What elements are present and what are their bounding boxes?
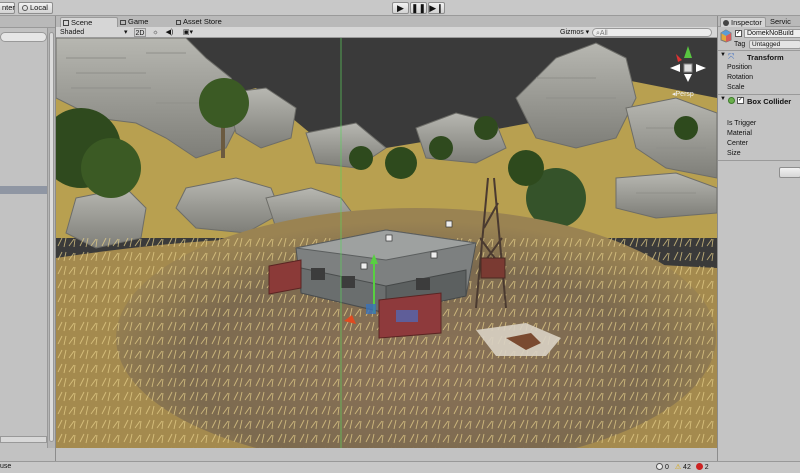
inspector-panel: Inspector Servic ✓ DomekNoBuild Tag Unta…	[717, 16, 800, 461]
tab-services-label: Servic	[770, 17, 791, 26]
warning-icon: ⚠	[674, 464, 682, 471]
hierarchy-scroll-thumb[interactable]	[49, 32, 54, 442]
transform-scale-label: Scale	[727, 84, 745, 91]
tab-inspector-label: Inspector	[731, 18, 762, 27]
box-collider-center-label: Center	[727, 140, 749, 147]
tab-game-label: Game	[128, 17, 149, 26]
local-toggle-label: Local	[30, 3, 48, 12]
inspector-tab-strip: Inspector Servic	[718, 16, 800, 27]
object-name-value: DomekNoBuild	[747, 30, 794, 37]
warning-count: 42	[683, 464, 691, 471]
box-collider-component-header[interactable]: ▼ ✓ Box Collider	[720, 96, 800, 106]
tab-inspector[interactable]: Inspector	[720, 17, 766, 27]
effects-dropdown[interactable]: ▣▾	[180, 28, 196, 37]
step-button[interactable]: ▶❙	[428, 2, 445, 14]
gizmos-dropdown[interactable]: Gizmos ▾	[560, 28, 592, 37]
audio-toggle-button[interactable]: ◀)	[164, 28, 175, 37]
image-icon: ▣▾	[182, 29, 194, 36]
scene-tab-strip: Scene Game Asset Store	[56, 16, 717, 27]
hierarchy-scrollbar[interactable]	[47, 28, 55, 448]
transform-title: Transform	[747, 53, 784, 62]
tab-scene-label: Scene	[71, 18, 93, 27]
transform-icon: ⤧	[728, 52, 735, 61]
info-icon	[723, 20, 729, 26]
hierarchy-panel	[0, 16, 56, 461]
chevron-down-icon: ▾	[583, 29, 590, 36]
transform-rotation-label: Rotation	[727, 74, 754, 81]
hierarchy-search-input[interactable]	[0, 32, 47, 42]
transform-position-label: Position	[727, 64, 752, 71]
tab-asset-store-label: Asset Store	[183, 17, 222, 26]
chevron-down-icon: ▾	[124, 29, 128, 36]
tab-services[interactable]: Servic	[768, 17, 800, 27]
2d-mode-label: 2D	[135, 30, 145, 37]
hierarchy-header	[0, 16, 55, 28]
speaker-icon: ◀)	[165, 29, 174, 36]
pause-button[interactable]: ❚❚	[410, 2, 427, 14]
tag-value: Untagged	[752, 41, 781, 48]
divider	[718, 160, 800, 161]
add-component-button[interactable]	[779, 167, 800, 178]
box-collider-icon	[728, 97, 735, 104]
scene-view-toolbar: Shaded ▾ 2D ☼ ◀) ▣▾ Gizmos ▾ ⌕All	[56, 27, 717, 38]
console-counters[interactable]: 0 ⚠ 42 2	[656, 462, 800, 473]
foldout-arrow-icon: ▼	[720, 52, 726, 58]
error-icon	[695, 463, 703, 470]
scene-tab-icon	[63, 20, 69, 26]
2d-mode-button[interactable]: 2D	[134, 28, 146, 37]
info-count: 0	[664, 464, 669, 471]
viewport-bottom-strip	[56, 448, 717, 461]
error-count: 2	[704, 464, 709, 471]
tab-asset-store[interactable]: Asset Store	[174, 17, 234, 27]
shading-mode-label: Shaded	[60, 29, 85, 36]
projection-label[interactable]: ◂Persp	[672, 90, 694, 98]
persp-label: Persp	[675, 91, 694, 98]
asset-store-tab-icon	[176, 20, 181, 25]
status-bar: use 0 ⚠ 42 2	[0, 461, 800, 473]
pause-icon: ❚❚	[411, 3, 427, 13]
hierarchy-selected-row[interactable]	[0, 186, 47, 194]
lighting-toggle-button[interactable]: ☼	[150, 28, 161, 37]
status-message: use	[0, 463, 12, 470]
tag-dropdown[interactable]: Untagged	[749, 40, 800, 49]
local-global-toggle-button[interactable]: Local	[18, 2, 53, 14]
hierarchy-footer-bar	[0, 436, 47, 443]
step-icon: ▶❙	[429, 3, 444, 13]
tag-label: Tag	[734, 41, 746, 48]
foldout-arrow-icon: ▼	[720, 96, 726, 102]
pivot-toggle-label: nter	[2, 3, 15, 12]
info-icon	[656, 463, 663, 470]
pivot-toggle-button[interactable]: nter	[0, 2, 15, 14]
game-tab-icon	[120, 20, 126, 25]
box-collider-size-label: Size	[727, 150, 741, 157]
object-name-field[interactable]: DomekNoBuild	[744, 29, 800, 38]
box-collider-title: Box Collider	[747, 97, 792, 106]
play-icon: ▶	[397, 3, 404, 13]
sun-icon: ☼	[152, 29, 159, 36]
active-checkbox[interactable]: ✓	[735, 30, 742, 37]
scene-search-placeholder: All	[599, 30, 608, 37]
local-icon	[22, 5, 28, 11]
shading-mode-dropdown[interactable]: Shaded ▾	[60, 28, 130, 37]
main-toolbar: nter Local ▶ ❚❚ ▶❙	[0, 0, 800, 16]
box-collider-is-trigger-label: Is Trigger	[727, 120, 757, 127]
gameobject-icon	[720, 29, 732, 43]
divider	[718, 50, 800, 51]
scene-search-input[interactable]: ⌕All	[592, 28, 712, 37]
tab-scene[interactable]: Scene	[60, 17, 118, 27]
orientation-gizmo[interactable]: ◂Persp	[664, 44, 712, 98]
box-collider-enabled-checkbox[interactable]: ✓	[737, 97, 744, 104]
scene-render	[56, 38, 717, 448]
divider	[718, 94, 800, 95]
box-collider-material-label: Material	[727, 130, 752, 137]
scene-viewport[interactable]: ◂Persp	[56, 38, 717, 448]
transform-component-header[interactable]: ▼ ⤧ Transform	[720, 52, 800, 62]
gizmos-label: Gizmos	[560, 29, 584, 36]
tab-game[interactable]: Game	[118, 17, 168, 27]
play-button[interactable]: ▶	[392, 2, 409, 14]
